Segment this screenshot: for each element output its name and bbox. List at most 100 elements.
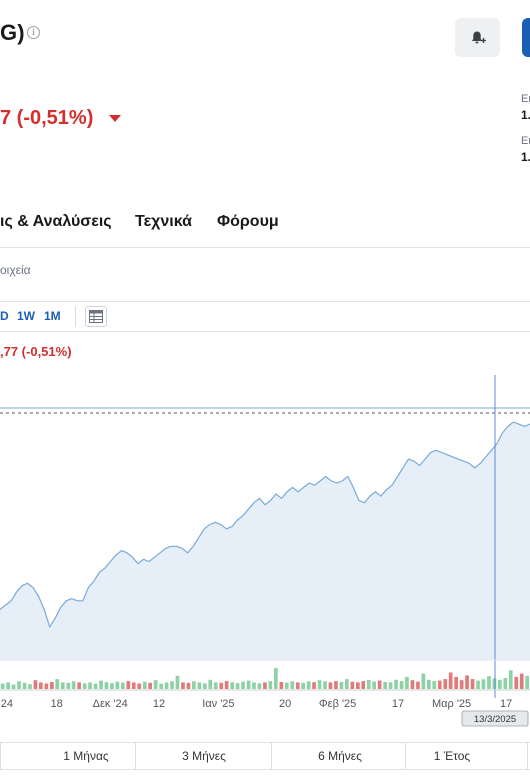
volume-bar	[361, 681, 366, 689]
volume-bar	[246, 680, 251, 689]
volume-bar	[366, 680, 371, 689]
bell-plus-icon	[471, 31, 486, 44]
volume-bar	[388, 682, 393, 689]
volume-bar	[356, 682, 360, 689]
volume-bar	[88, 682, 92, 689]
down-arrow-icon	[109, 115, 121, 122]
volume-bar	[470, 679, 475, 689]
volume-bar	[153, 680, 158, 689]
stock-ticker-title: G)	[0, 20, 25, 45]
volume-bar	[257, 683, 262, 689]
volume-bar	[317, 680, 322, 689]
info-icon[interactable]: i	[27, 26, 40, 39]
tabs-divider	[0, 247, 530, 248]
volume-bar	[55, 679, 60, 689]
volume-bar	[465, 675, 469, 689]
volume-bar	[427, 679, 431, 689]
volume-bar	[213, 682, 218, 689]
volume-bar	[459, 680, 464, 689]
tab-technical[interactable]: Τεχνικά	[135, 213, 192, 231]
volume-bar	[295, 682, 300, 689]
volume-bar	[50, 682, 54, 689]
volume-bar	[131, 682, 136, 689]
volume-bar	[142, 681, 147, 689]
volume-bar	[279, 682, 284, 689]
volume-bar	[252, 682, 256, 689]
chart-type-button[interactable]	[85, 306, 107, 327]
volume-bar	[241, 681, 245, 689]
volume-bar	[224, 681, 229, 689]
volume-bar	[476, 680, 480, 689]
range-button-1w[interactable]: 1W	[17, 309, 35, 323]
x-axis-tick-label: Ιαν '25	[202, 698, 234, 710]
side-stat-label: Ει	[521, 135, 530, 147]
side-stat-value: 1.	[521, 150, 530, 164]
primary-action-button[interactable]	[522, 18, 530, 57]
add-alert-button[interactable]	[455, 18, 500, 57]
volume-bar	[334, 681, 338, 689]
x-axis-tick-label: 18	[51, 698, 63, 710]
period-1-year[interactable]: 1 Έτος	[405, 749, 499, 763]
x-axis-tick-label: Μαρ '25	[432, 698, 471, 710]
volume-bar	[492, 678, 497, 689]
price-chart[interactable]: 24 18 Δεκ '24 12 Ιαν '25 20 Φεβ '25 17 Μαρ '25 17…	[0, 360, 530, 730]
volume-bar	[481, 679, 486, 689]
x-axis-tick-label: 24	[1, 698, 13, 710]
crosshair-date-label: 13/3/2025	[474, 714, 516, 725]
toolbar-divider	[0, 301, 530, 302]
volume-bar	[71, 681, 76, 689]
x-axis-tick-label: Φεβ '25	[319, 698, 356, 710]
range-button-1m[interactable]: 1M	[44, 309, 61, 323]
volume-bar	[394, 679, 398, 689]
volume-bar	[181, 682, 185, 689]
volume-bar	[519, 673, 524, 689]
period-3-months[interactable]: 3 Μήνες	[135, 749, 273, 763]
volume-bar	[399, 681, 404, 689]
volume-bar	[508, 670, 513, 689]
volume-bar	[137, 683, 142, 689]
volume-bar	[175, 675, 180, 689]
volume-bar	[383, 682, 387, 689]
volume-bar	[115, 681, 120, 689]
volume-bar	[203, 683, 207, 689]
volume-bar	[77, 682, 81, 689]
volume-bar	[39, 682, 43, 689]
tab-forum[interactable]: Φόρουμ	[217, 213, 279, 231]
volume-bar	[372, 681, 376, 689]
period-6-months[interactable]: 6 Μήνες	[271, 749, 409, 763]
volume-bar	[421, 673, 426, 689]
volume-bar	[148, 682, 152, 689]
volume-bar	[448, 672, 453, 689]
volume-bar	[44, 683, 49, 689]
volume-bar	[503, 678, 508, 689]
volume-bar	[443, 679, 448, 689]
volume-bar	[0, 683, 5, 689]
x-axis-tick-label: Δεκ '24	[93, 698, 128, 710]
volume-bar	[33, 680, 38, 689]
volume-bar	[301, 682, 305, 689]
range-button-day[interactable]: D	[0, 309, 9, 323]
volume-bar	[416, 681, 420, 689]
tab-news-analysis[interactable]: ις & Αναλύσεις	[0, 213, 112, 231]
volume-bar	[268, 681, 273, 689]
volume-bar	[487, 676, 491, 689]
volume-bar	[22, 682, 27, 689]
volume-bar	[28, 684, 32, 689]
volume-bar	[323, 681, 327, 689]
volume-bar	[93, 683, 98, 689]
volume-bar	[197, 682, 202, 689]
volume-bar	[290, 681, 295, 689]
volume-bar	[312, 682, 316, 689]
period-selector: 1 Μήνας 3 Μήνες 6 Μήνες 1 Έτος	[0, 742, 530, 770]
volume-bar	[263, 682, 267, 689]
volume-bar	[192, 681, 196, 689]
side-stat-value: 1.	[521, 108, 530, 122]
volume-bar	[121, 682, 125, 689]
volume-bar	[104, 682, 109, 689]
sub-section-label: οιχεία	[0, 263, 31, 277]
volume-bar	[514, 676, 519, 689]
volume-bar	[454, 676, 458, 689]
x-axis-tick-label: 12	[153, 698, 165, 710]
volume-bar	[17, 681, 21, 689]
volume-bar	[328, 682, 333, 689]
